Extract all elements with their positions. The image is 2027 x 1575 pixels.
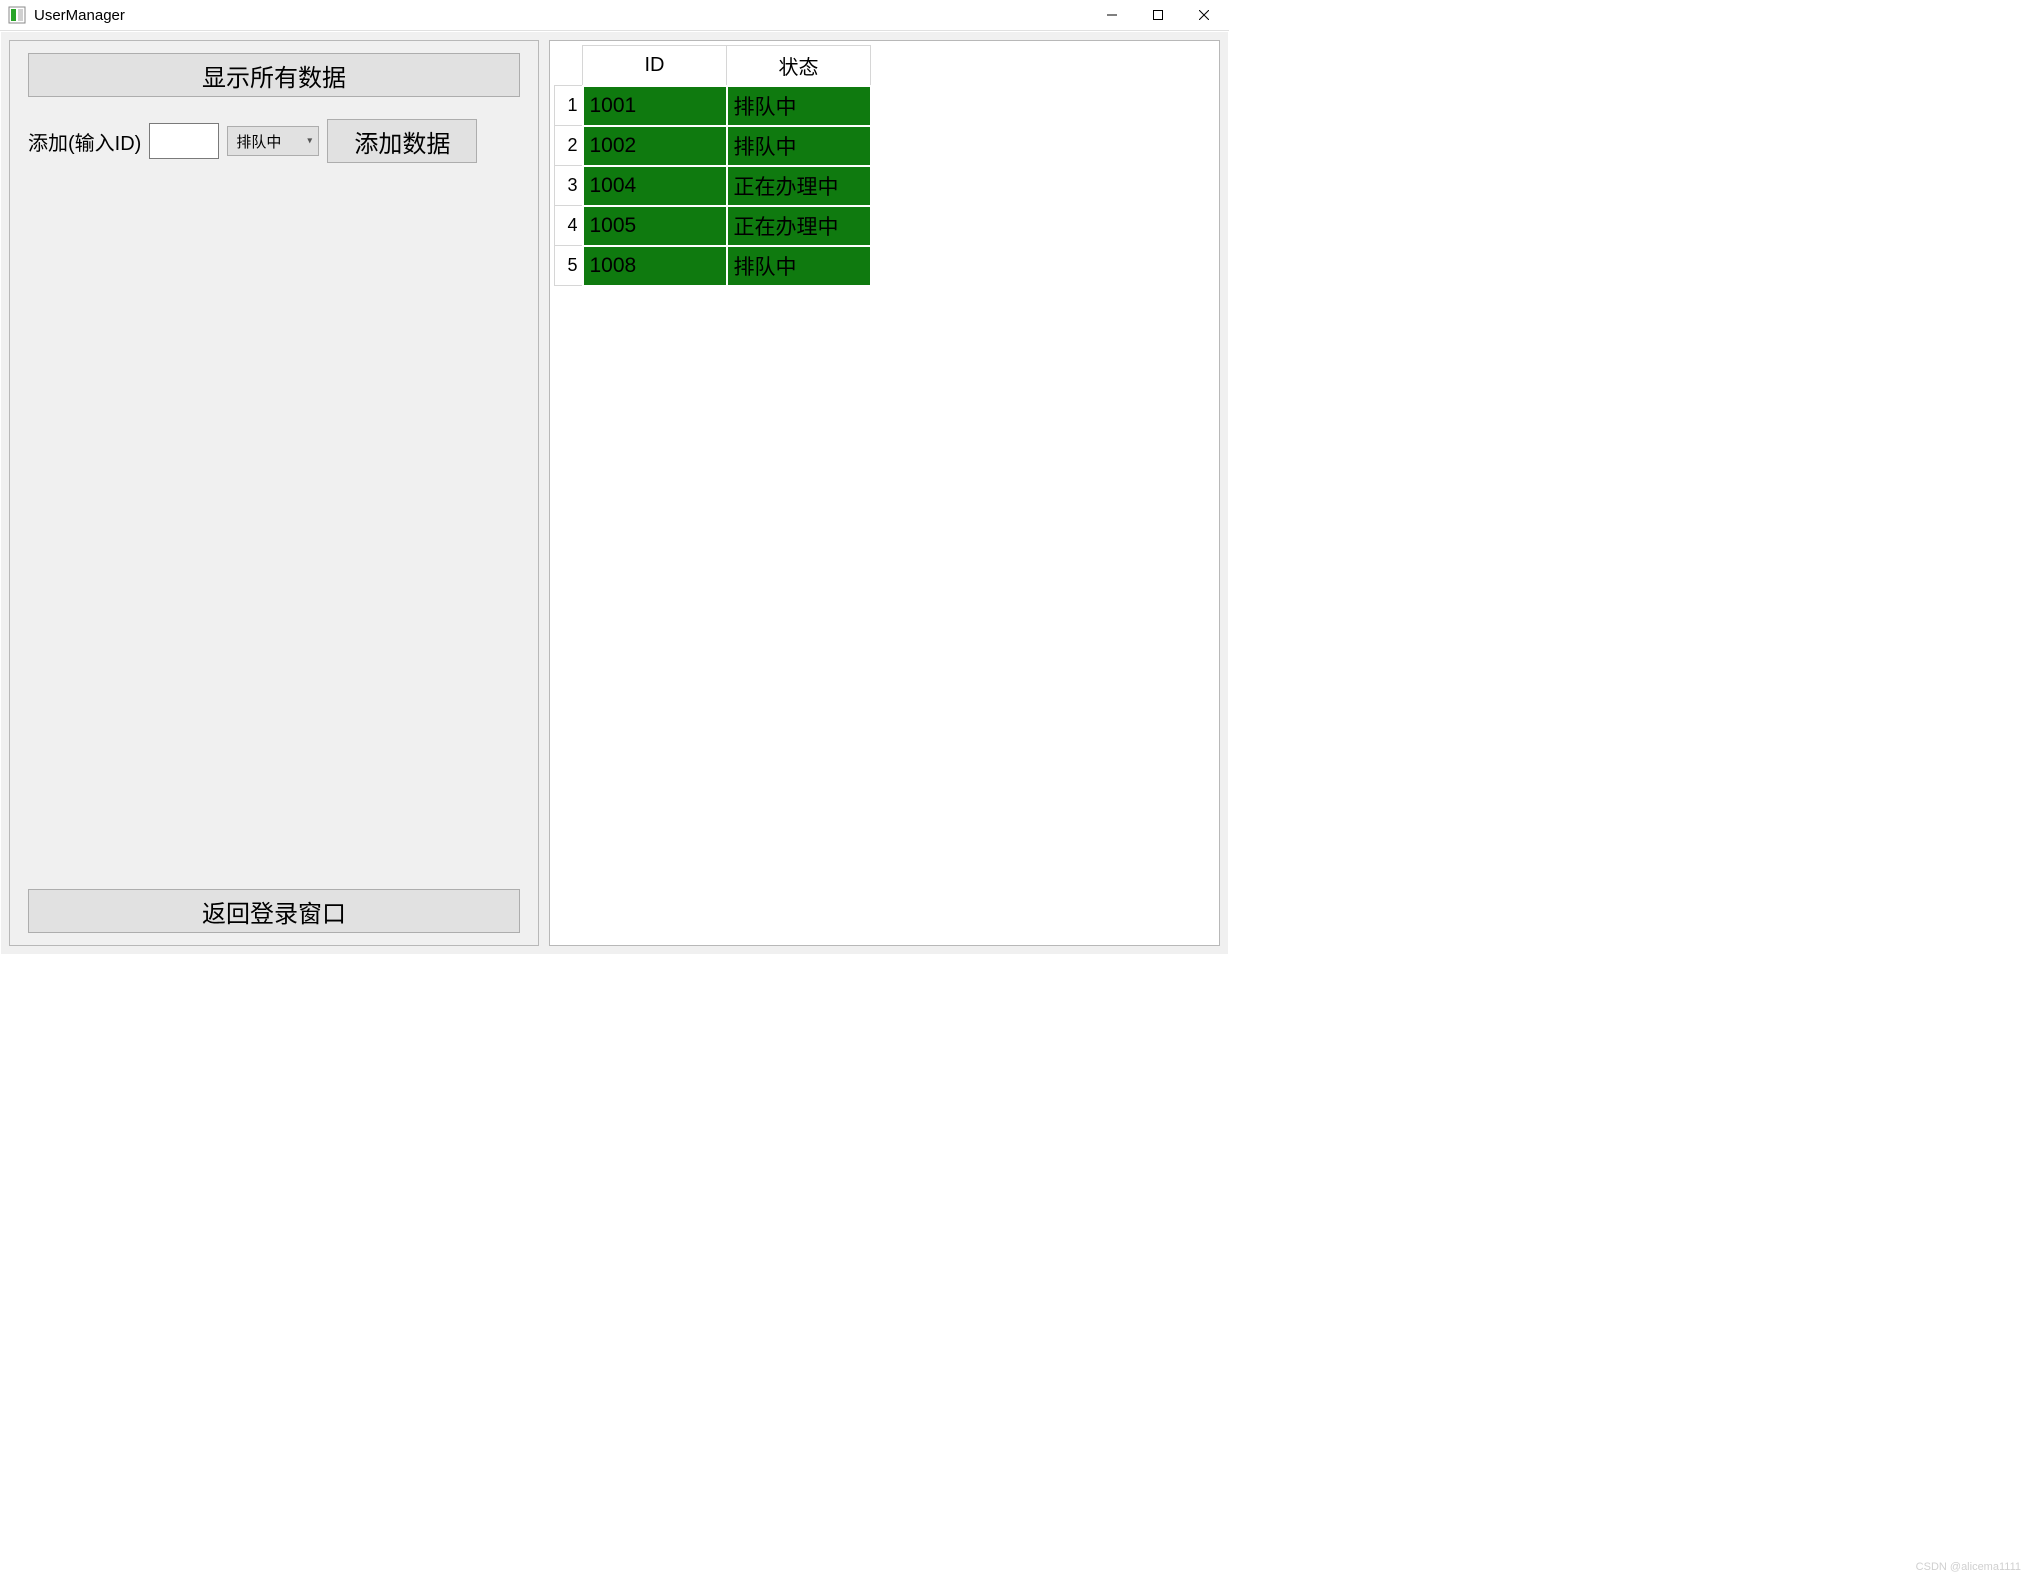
table-row[interactable]: 3 1004 正在办理中 — [555, 166, 871, 206]
minimize-button[interactable] — [1089, 0, 1135, 30]
cell-status[interactable]: 排队中 — [727, 126, 871, 166]
cell-id[interactable]: 1001 — [583, 86, 727, 126]
cell-id[interactable]: 1004 — [583, 166, 727, 206]
right-panel: ID 状态 1 1001 排队中 2 1002 排队中 — [549, 40, 1220, 946]
table-row[interactable]: 2 1002 排队中 — [555, 126, 871, 166]
cell-id[interactable]: 1002 — [583, 126, 727, 166]
data-table-wrap: ID 状态 1 1001 排队中 2 1002 排队中 — [554, 45, 1215, 287]
table-row[interactable]: 1 1001 排队中 — [555, 86, 871, 126]
titlebar: UserManager — [0, 0, 1229, 31]
row-number: 5 — [555, 246, 583, 286]
app-icon — [8, 6, 26, 24]
table-header-status[interactable]: 状态 — [727, 46, 871, 86]
status-select[interactable]: 排队中 ▾ — [227, 126, 319, 156]
row-number: 1 — [555, 86, 583, 126]
window: UserManager 显示所有数据 添加(输入ID) 排队中 ▾ 添加数据 — [0, 0, 1229, 955]
window-title: UserManager — [34, 7, 125, 24]
cell-id[interactable]: 1005 — [583, 206, 727, 246]
cell-id[interactable]: 1008 — [583, 246, 727, 286]
cell-status[interactable]: 正在办理中 — [727, 206, 871, 246]
add-data-button[interactable]: 添加数据 — [327, 119, 477, 163]
chevron-down-icon: ▾ — [307, 136, 312, 147]
table-corner — [555, 46, 583, 86]
maximize-button[interactable] — [1135, 0, 1181, 30]
id-input[interactable] — [149, 123, 219, 159]
cell-status[interactable]: 排队中 — [727, 86, 871, 126]
table-row[interactable]: 4 1005 正在办理中 — [555, 206, 871, 246]
close-button[interactable] — [1181, 0, 1227, 30]
cell-status[interactable]: 排队中 — [727, 246, 871, 286]
table-header-id[interactable]: ID — [583, 46, 727, 86]
window-body: 显示所有数据 添加(输入ID) 排队中 ▾ 添加数据 返回登录窗口 — [0, 31, 1229, 955]
data-table: ID 状态 1 1001 排队中 2 1002 排队中 — [554, 45, 872, 287]
add-row: 添加(输入ID) 排队中 ▾ 添加数据 — [28, 119, 520, 163]
left-panel: 显示所有数据 添加(输入ID) 排队中 ▾ 添加数据 返回登录窗口 — [9, 40, 539, 946]
row-number: 4 — [555, 206, 583, 246]
row-number: 3 — [555, 166, 583, 206]
watermark: CSDN @alicema1111 — [1916, 1561, 2021, 1573]
back-to-login-button[interactable]: 返回登录窗口 — [28, 889, 520, 933]
cell-status[interactable]: 正在办理中 — [727, 166, 871, 206]
add-label: 添加(输入ID) — [28, 127, 141, 156]
table-row[interactable]: 5 1008 排队中 — [555, 246, 871, 286]
show-all-button[interactable]: 显示所有数据 — [28, 53, 520, 97]
row-number: 2 — [555, 126, 583, 166]
status-select-value: 排队中 — [236, 131, 281, 152]
